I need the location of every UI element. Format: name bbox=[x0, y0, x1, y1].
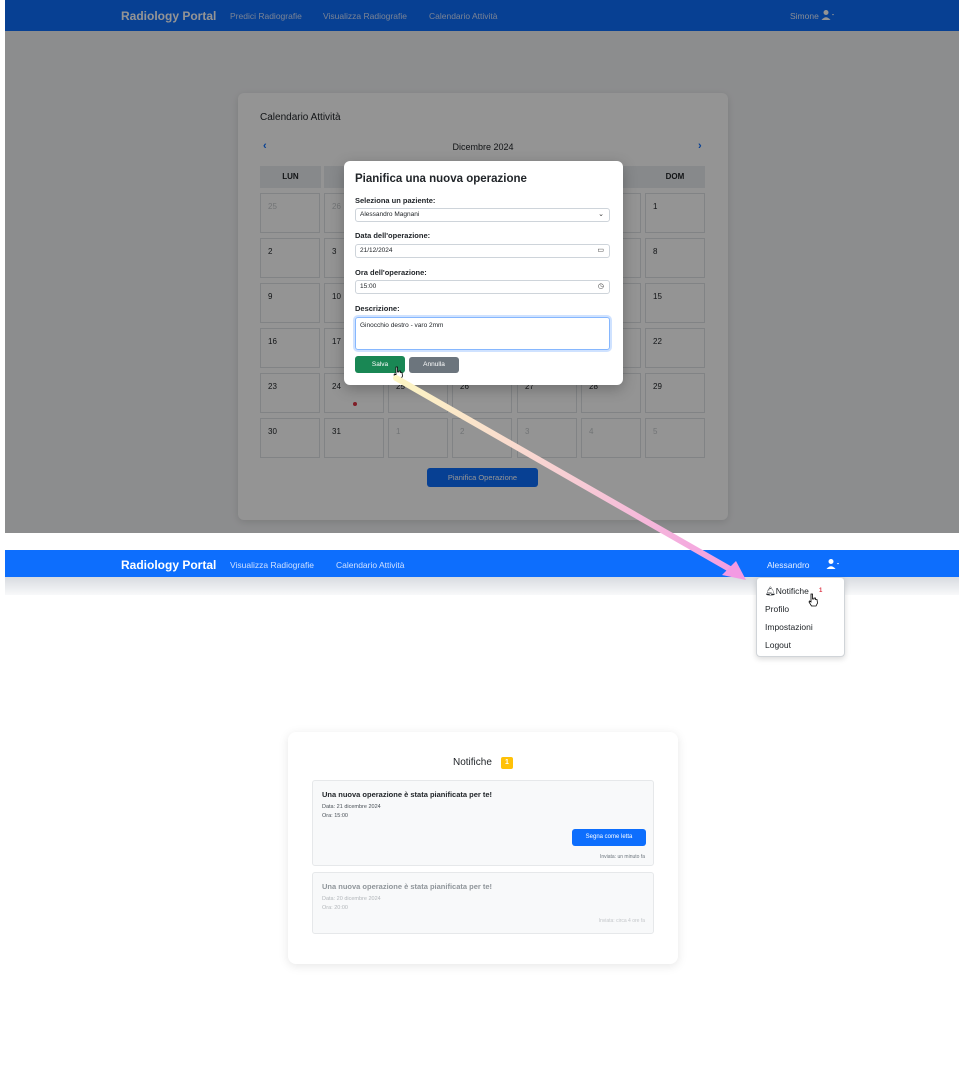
plan-operation-modal: Pianifica una nuova operazione Seleziona… bbox=[344, 161, 623, 385]
calendar-screenshot: Radiology Portal Predici Radiografie Vis… bbox=[5, 0, 959, 533]
notification-item-unread: Una nuova operazione è stata pianificata… bbox=[312, 780, 654, 866]
patient-select-value: Alessandro Magnani bbox=[360, 211, 420, 218]
notification-date: Data: 21 dicembre 2024 bbox=[322, 804, 381, 810]
dropdown-notifiche-label: Notifiche bbox=[775, 586, 809, 596]
mark-as-read-button[interactable]: Segna come letta bbox=[572, 829, 646, 846]
dropdown-item-logout[interactable]: Logout bbox=[765, 640, 791, 650]
time-label: Ora dell'operazione: bbox=[355, 268, 427, 277]
notification-badge: 1 bbox=[819, 588, 823, 594]
dropdown-item-notifiche[interactable]: 🔔︎Notifiche bbox=[765, 586, 809, 597]
calendar-icon[interactable]: ▭ bbox=[597, 245, 604, 257]
nav-calendario-attivita[interactable]: Calendario Attività bbox=[336, 560, 405, 570]
notifications-title: Notifiche bbox=[453, 757, 492, 768]
user-dropdown-menu: 🔔︎Notifiche 1 Profilo Impostazioni Logou… bbox=[756, 577, 845, 657]
description-label: Descrizione: bbox=[355, 304, 400, 313]
date-input-value: 21/12/2024 bbox=[360, 247, 393, 254]
nav-visualizza-radiografie[interactable]: Visualizza Radiografie bbox=[230, 560, 314, 570]
description-textarea[interactable]: Ginocchio destro - varo 2mm bbox=[355, 317, 610, 350]
bell-icon: 🔔︎ bbox=[765, 586, 776, 596]
cancel-button[interactable]: Annulla bbox=[409, 357, 459, 373]
time-input-value: 15:00 bbox=[360, 283, 377, 290]
patient-label: Seleziona un paziente: bbox=[355, 196, 436, 205]
notification-time: Ora: 20:00 bbox=[322, 905, 348, 911]
hand-cursor-icon bbox=[808, 593, 818, 607]
hand-cursor-icon bbox=[393, 366, 403, 380]
notifications-count-badge: 1 bbox=[501, 757, 513, 769]
date-input[interactable]: 21/12/2024 ▭ bbox=[355, 244, 610, 258]
dropdown-item-impostazioni[interactable]: Impostazioni bbox=[765, 622, 813, 632]
brand-logo[interactable]: Radiology Portal bbox=[121, 558, 216, 572]
user-menu-icon[interactable] bbox=[826, 558, 840, 570]
notification-item-read: Una nuova operazione è stata pianificata… bbox=[312, 872, 654, 934]
date-label: Data dell'operazione: bbox=[355, 231, 431, 240]
notification-sent-time: Inviata: circa 4 ore fa bbox=[598, 918, 645, 924]
dropdown-item-profilo[interactable]: Profilo bbox=[765, 604, 789, 614]
modal-title: Pianifica una nuova operazione bbox=[355, 173, 527, 185]
notification-title: Una nuova operazione è stata pianificata… bbox=[322, 882, 493, 891]
navbar: Radiology Portal Visualizza Radiografie … bbox=[5, 550, 959, 577]
patient-select[interactable]: Alessandro Magnani ⌄ bbox=[355, 208, 610, 222]
notification-date: Data: 20 dicembre 2024 bbox=[322, 896, 381, 902]
notification-time: Ora: 15:00 bbox=[322, 813, 348, 819]
notification-title: Una nuova operazione è stata pianificata… bbox=[322, 790, 493, 799]
user-name[interactable]: Alessandro bbox=[767, 560, 810, 570]
notifications-card: Notifiche 1 Una nuova operazione è stata… bbox=[288, 732, 678, 964]
clock-icon[interactable]: ◷ bbox=[598, 281, 604, 293]
chevron-down-icon: ⌄ bbox=[598, 211, 604, 218]
notification-sent-time: Inviata: un minuto fa bbox=[599, 854, 645, 860]
time-input[interactable]: 15:00 ◷ bbox=[355, 280, 610, 294]
